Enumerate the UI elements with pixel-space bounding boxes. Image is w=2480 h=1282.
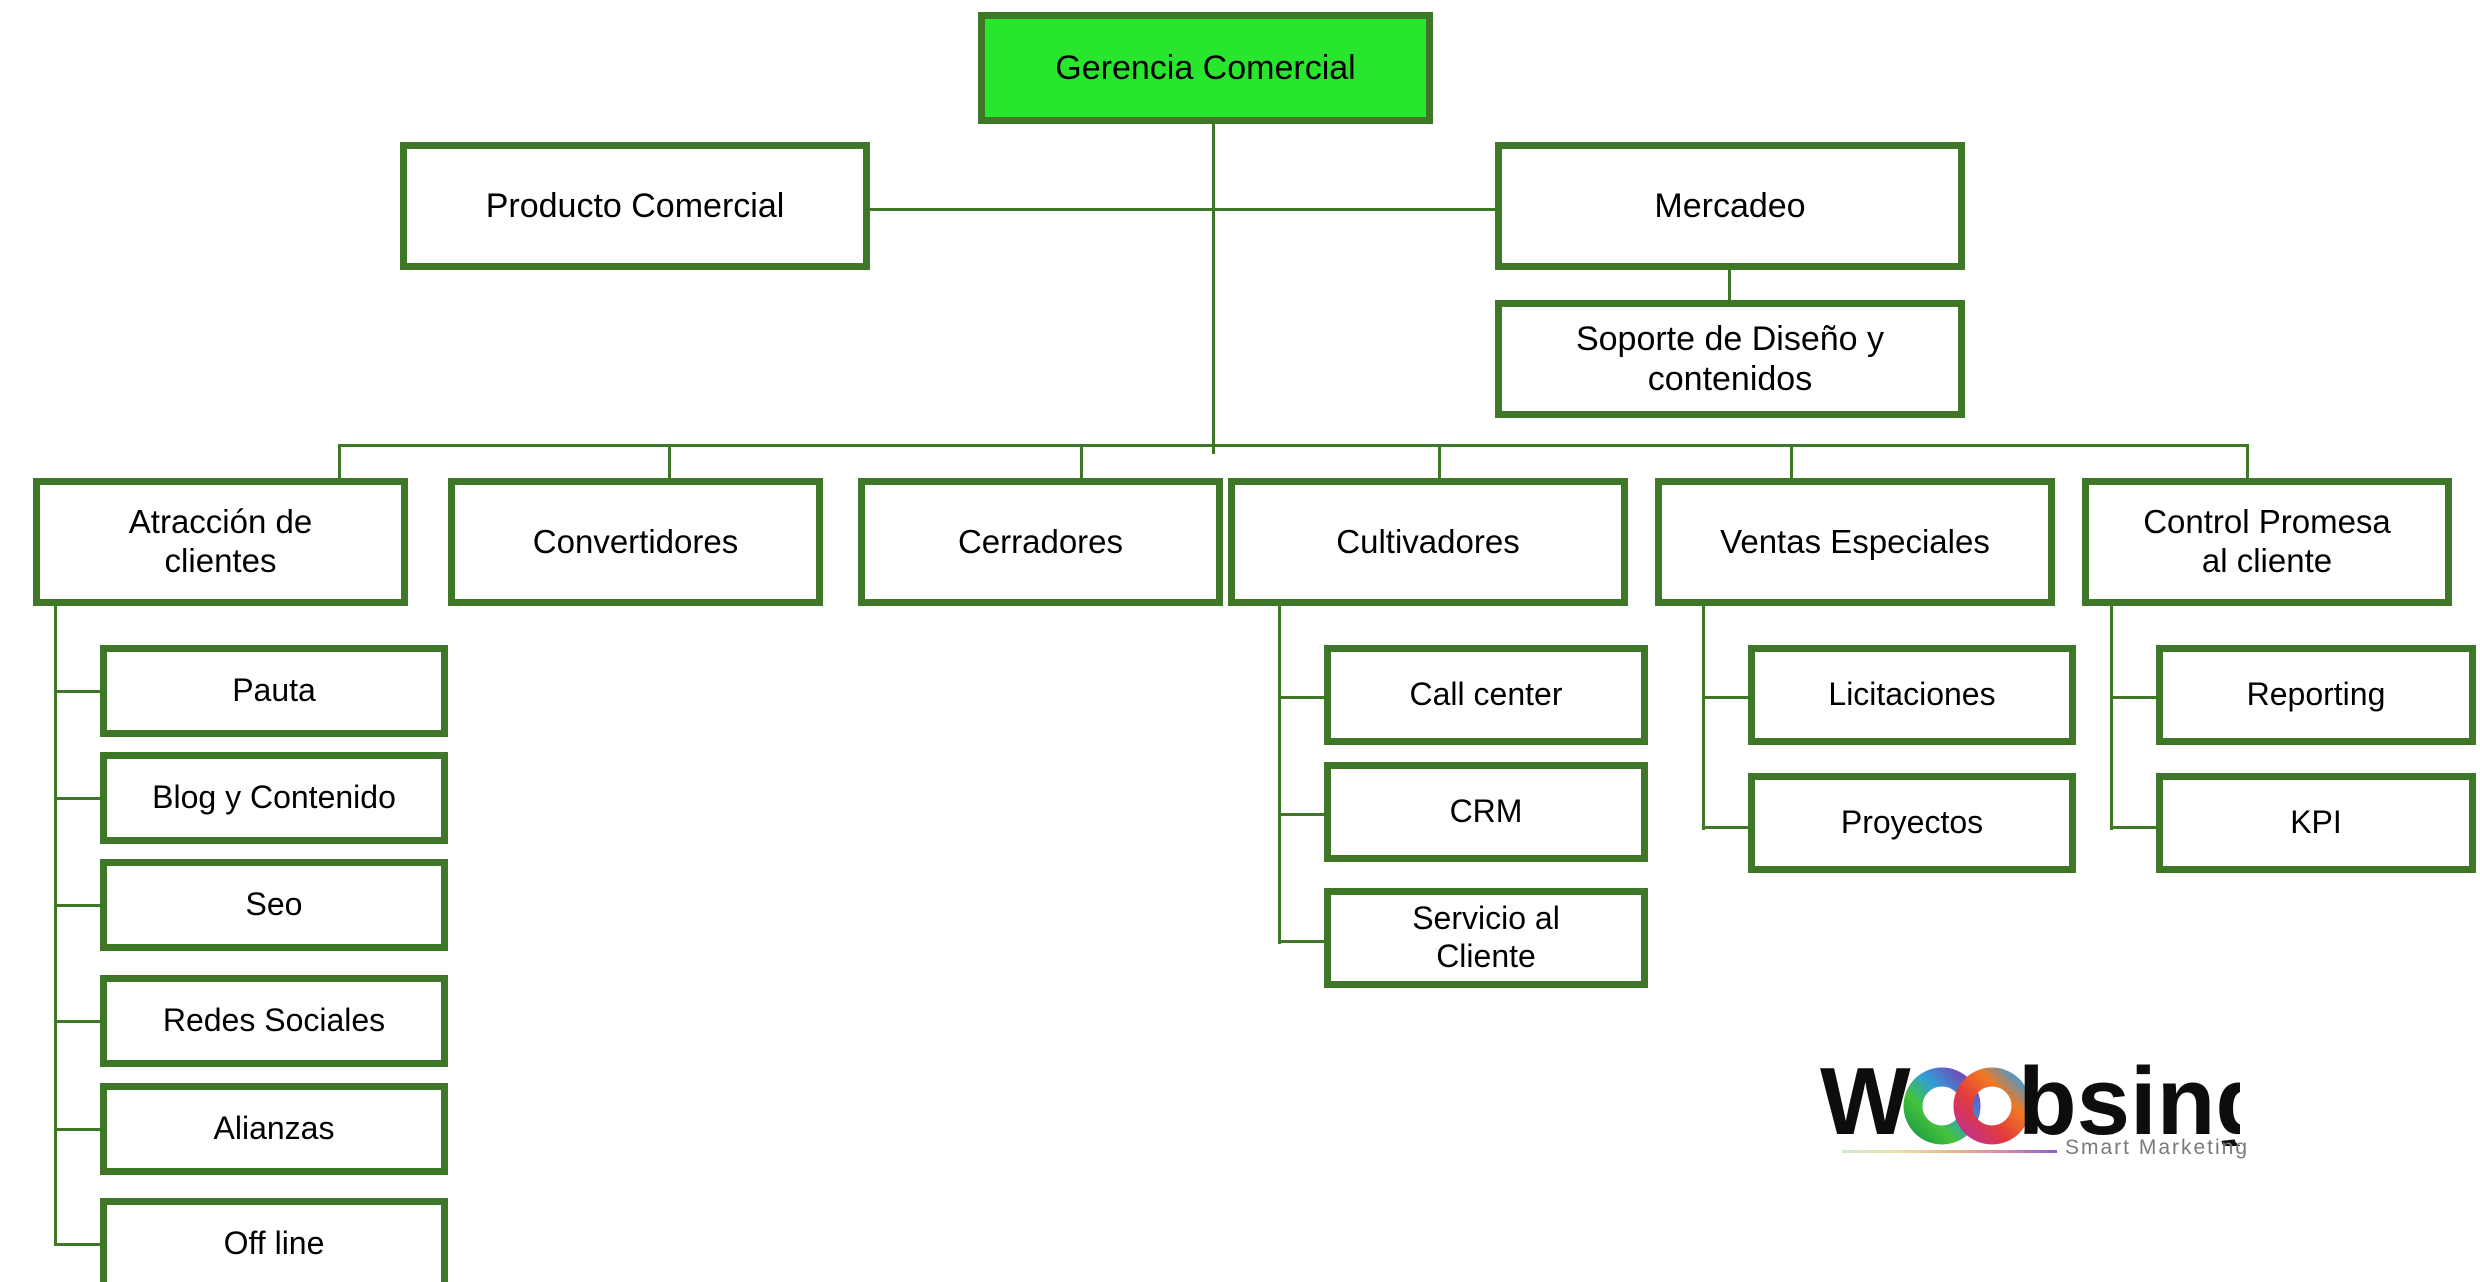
connector-drop-convertidores [668, 444, 671, 480]
node-licitaciones[interactable]: Licitaciones [1748, 645, 2076, 745]
connector-cultivadores-stub-1 [1278, 696, 1326, 699]
connector-cultivadores-stub-2 [1278, 813, 1326, 816]
node-kpi[interactable]: KPI [2156, 773, 2476, 873]
connector-tier3-bar [338, 444, 2248, 447]
connector-cultivadores-stub-3 [1278, 940, 1326, 943]
connector-ventas-spine [1702, 604, 1705, 830]
connector-cultivadores-spine [1278, 604, 1281, 944]
connector-drop-cerradores [1080, 444, 1083, 480]
connector-drop-atraccion [338, 444, 341, 480]
connector-tier2-crossbar [870, 208, 1500, 211]
woobsing-logo: W bsing Smart Marketing [1820, 1050, 2247, 1180]
node-crm[interactable]: CRM [1324, 762, 1648, 862]
node-alianzas[interactable]: Alianzas [100, 1083, 448, 1175]
connector-atraccion-stub-4 [54, 1020, 102, 1023]
node-redes-sociales[interactable]: Redes Sociales [100, 975, 448, 1067]
node-convertidores[interactable]: Convertidores [448, 478, 823, 606]
logo-gradient-rule [1842, 1150, 2057, 1153]
node-servicio-al-cliente[interactable]: Servicio al Cliente [1324, 888, 1648, 988]
node-call-center[interactable]: Call center [1324, 645, 1648, 745]
connector-atraccion-stub-3 [54, 904, 102, 907]
node-proyectos[interactable]: Proyectos [1748, 773, 2076, 873]
node-soporte-diseno-contenidos[interactable]: Soporte de Diseño y contenidos [1495, 300, 1965, 418]
connector-atraccion-stub-1 [54, 690, 102, 693]
node-cultivadores[interactable]: Cultivadores [1228, 478, 1628, 606]
connector-ventas-stub-1 [1702, 696, 1750, 699]
node-producto-comercial[interactable]: Producto Comercial [400, 142, 870, 270]
node-off-line[interactable]: Off line [100, 1198, 448, 1282]
connector-mercadeo-to-soporte [1728, 270, 1731, 300]
node-blog-y-contenido[interactable]: Blog y Contenido [100, 752, 448, 844]
connector-root-trunk [1212, 124, 1215, 454]
node-pauta[interactable]: Pauta [100, 645, 448, 737]
connector-control-spine [2110, 604, 2113, 830]
connector-atraccion-spine [54, 604, 57, 1244]
node-mercadeo[interactable]: Mercadeo [1495, 142, 1965, 270]
node-atraccion-de-clientes[interactable]: Atracción de clientes [33, 478, 408, 606]
connector-atraccion-stub-6 [54, 1243, 102, 1246]
connector-atraccion-stub-5 [54, 1128, 102, 1131]
connector-control-stub-1 [2110, 696, 2158, 699]
org-chart-canvas: Gerencia Comercial Producto Comercial Me… [0, 0, 2480, 1282]
connector-drop-cultivadores [1438, 444, 1441, 480]
connector-drop-ventas [1790, 444, 1793, 480]
connector-control-stub-2 [2110, 826, 2158, 829]
connector-drop-control [2246, 444, 2249, 480]
svg-text:W: W [1820, 1050, 1911, 1146]
connector-ventas-stub-2 [1702, 826, 1750, 829]
woobsing-wordmark-icon: W bsing [1820, 1050, 2240, 1146]
svg-text:bsing: bsing [2018, 1050, 2240, 1146]
node-reporting[interactable]: Reporting [2156, 645, 2476, 745]
connector-atraccion-stub-2 [54, 797, 102, 800]
node-control-promesa-al-cliente[interactable]: Control Promesa al cliente [2082, 478, 2452, 606]
node-cerradores[interactable]: Cerradores [858, 478, 1223, 606]
node-ventas-especiales[interactable]: Ventas Especiales [1655, 478, 2055, 606]
node-gerencia-comercial[interactable]: Gerencia Comercial [978, 12, 1433, 124]
node-seo[interactable]: Seo [100, 859, 448, 951]
logo-tagline: Smart Marketing [2065, 1136, 2250, 1159]
